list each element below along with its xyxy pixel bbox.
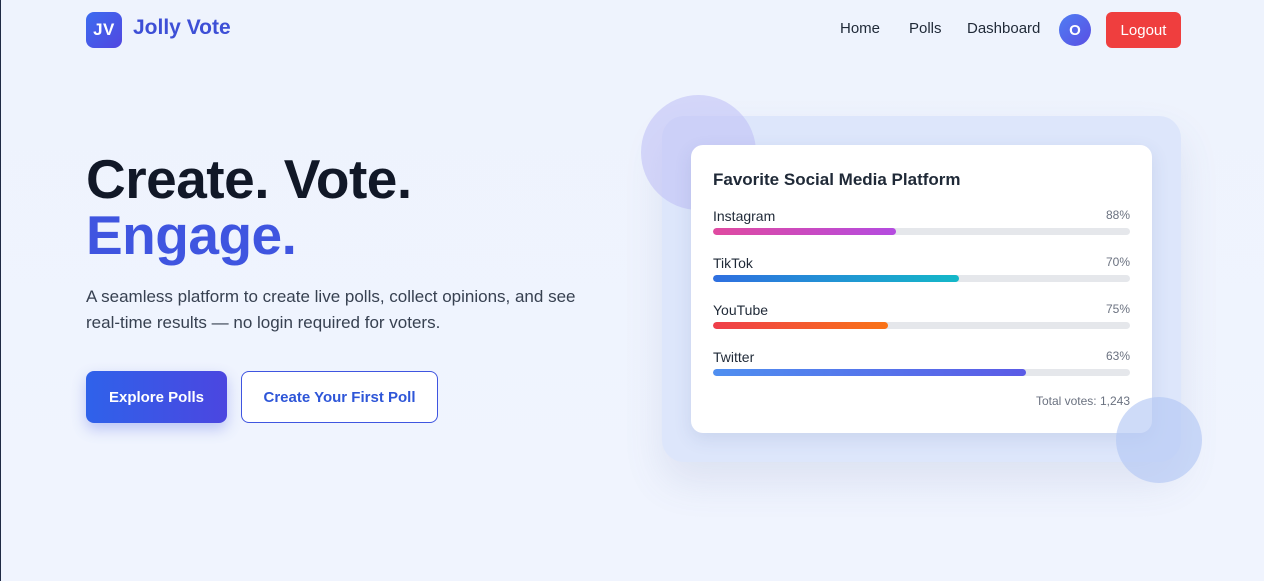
poll-option-label: Instagram <box>713 208 776 224</box>
poll-preview-card: Favorite Social Media Platform Instagram… <box>691 145 1152 433</box>
poll-title: Favorite Social Media Platform <box>713 170 961 189</box>
poll-option: Twitter 63% <box>713 349 1130 389</box>
hero-heading-accent: Engage. <box>86 204 297 266</box>
create-first-poll-button[interactable]: Create Your First Poll <box>241 371 438 423</box>
poll-option: YouTube 75% <box>713 302 1130 342</box>
hero-heading-line1: Create. Vote. <box>86 148 412 210</box>
poll-option-percent: 70% <box>1105 255 1130 269</box>
nav-home-link[interactable]: Home <box>840 20 880 37</box>
logout-button[interactable]: Logout <box>1106 12 1181 48</box>
user-avatar[interactable]: O <box>1059 14 1091 46</box>
poll-option: Instagram 88% <box>713 208 1130 248</box>
poll-option-fill <box>713 322 889 329</box>
poll-option-fill <box>713 275 960 282</box>
hero-description: A seamless platform to create live polls… <box>86 287 576 332</box>
decorative-bubble-bottom <box>1116 397 1202 483</box>
poll-option-fill <box>713 228 897 235</box>
logo-icon[interactable]: JV <box>86 12 122 48</box>
poll-option-label: Twitter <box>713 349 755 365</box>
poll-option-track <box>713 369 1130 376</box>
poll-option-fill <box>713 369 1026 376</box>
top-navbar: JV Jolly Vote Home Polls Dashboard O Log… <box>1 0 1264 60</box>
poll-option: TikTok 70% <box>713 255 1130 295</box>
total-votes: Total votes: 1,243 <box>1035 394 1130 408</box>
poll-option-label: YouTube <box>713 302 769 318</box>
poll-option-percent: 75% <box>1105 302 1130 316</box>
poll-option-track <box>713 275 1130 282</box>
poll-option-track <box>713 322 1130 329</box>
explore-polls-button[interactable]: Explore Polls <box>86 371 227 423</box>
poll-option-label: TikTok <box>713 255 753 271</box>
poll-option-percent: 88% <box>1105 208 1130 222</box>
nav-polls-link[interactable]: Polls <box>909 20 942 37</box>
poll-option-percent: 63% <box>1105 349 1130 363</box>
brand-name[interactable]: Jolly Vote <box>133 16 231 40</box>
nav-dashboard-link[interactable]: Dashboard <box>967 20 1040 37</box>
poll-option-track <box>713 228 1130 235</box>
